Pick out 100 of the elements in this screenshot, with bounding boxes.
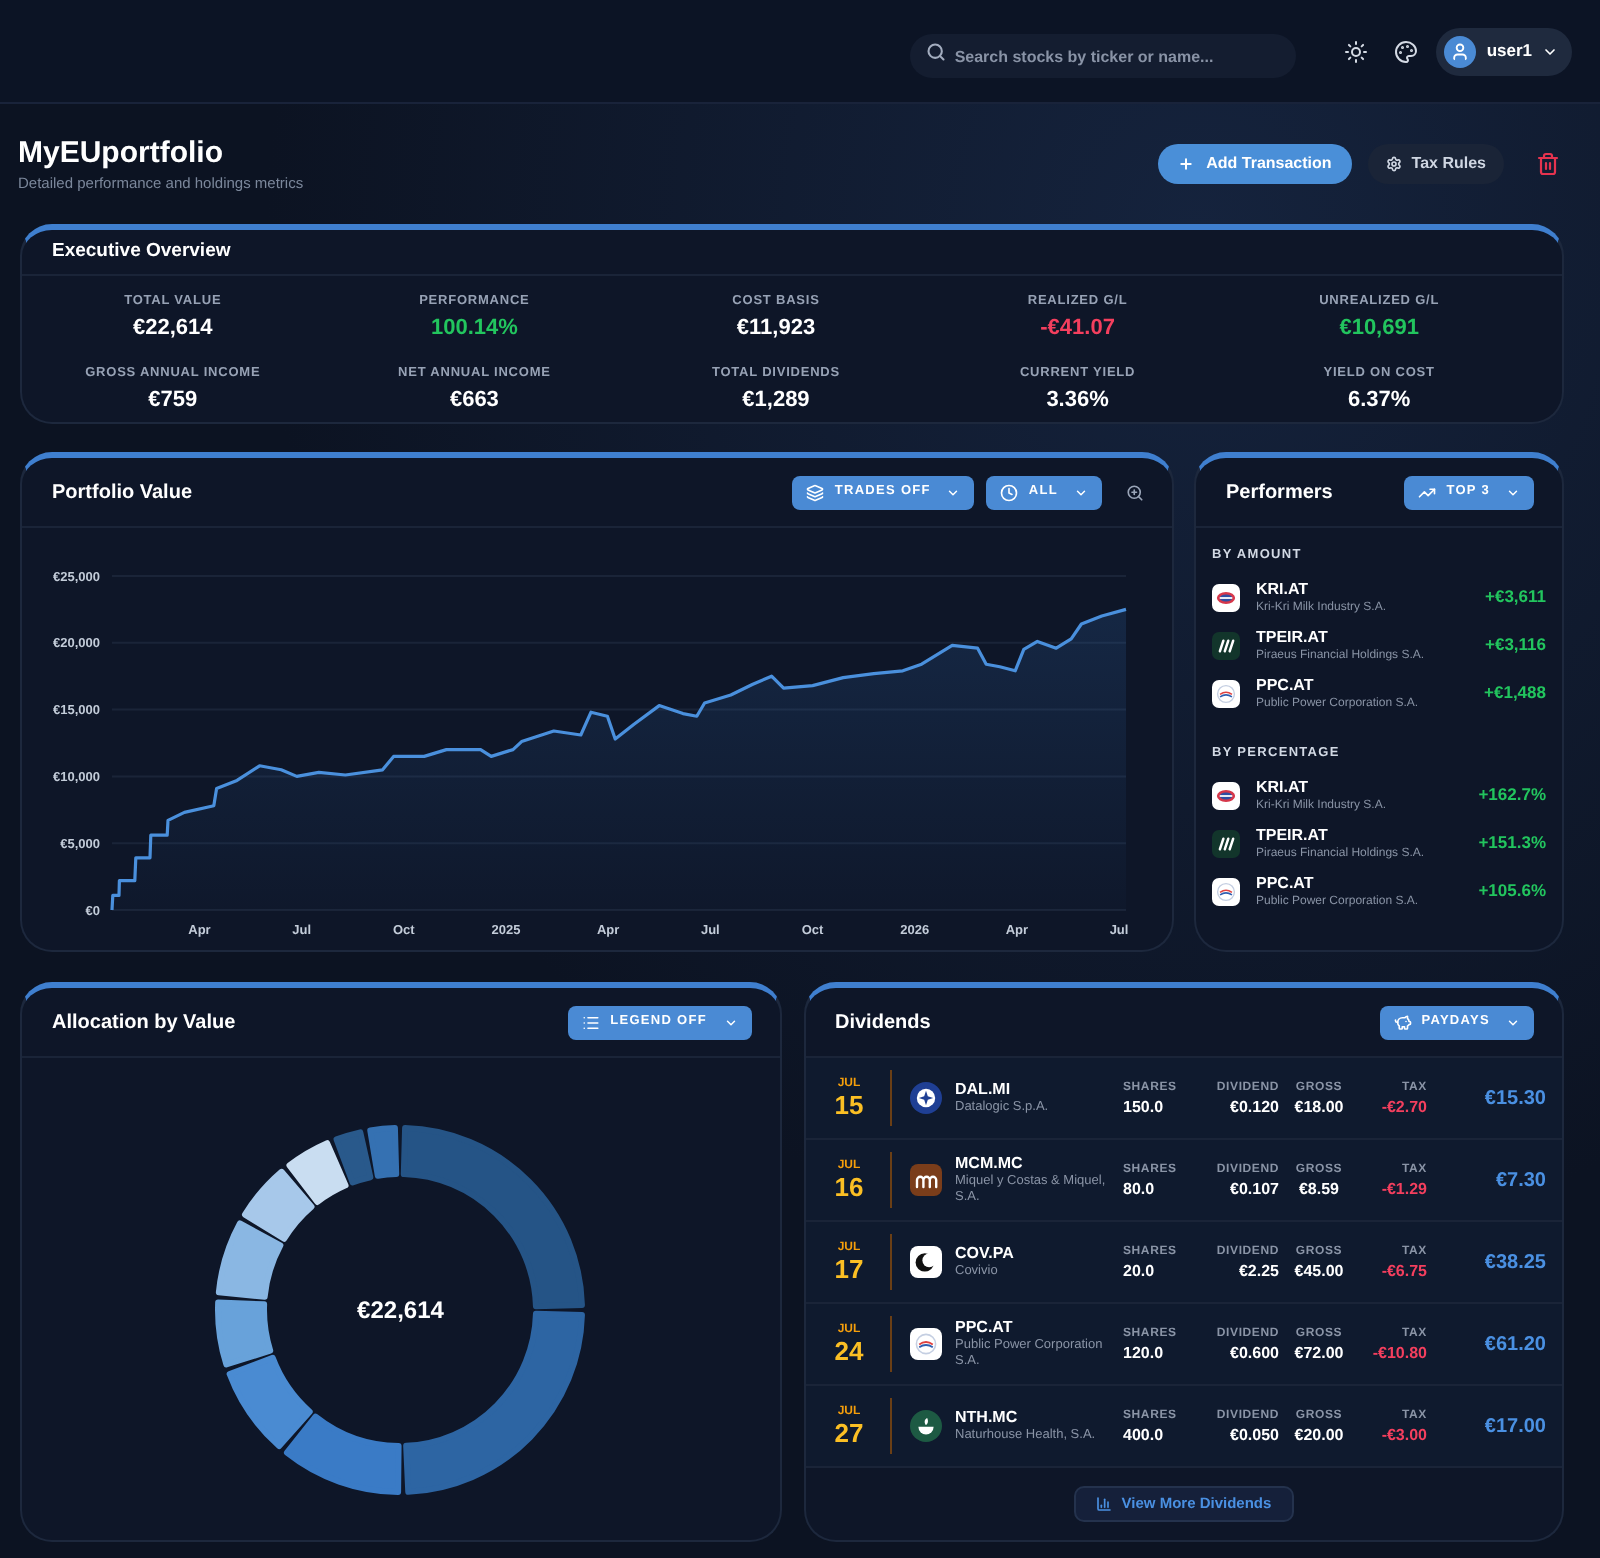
chevron-down-icon bbox=[723, 1015, 737, 1029]
amount-value: 20.0 bbox=[1123, 1263, 1155, 1279]
card-title: Portfolio Value bbox=[52, 479, 193, 507]
metric-value: -€41.07 bbox=[1040, 317, 1115, 340]
net-dividend-total: €15.30 bbox=[1482, 1085, 1546, 1113]
metric-value: €759 bbox=[148, 389, 198, 411]
ticker-symbol: COV.PA bbox=[955, 1244, 1016, 1264]
amount-value: €20.00 bbox=[1294, 1427, 1344, 1443]
user-menu-button[interactable]: user1 bbox=[1436, 27, 1572, 75]
chevron-down-icon bbox=[1542, 43, 1558, 59]
oval-logo-icon bbox=[1212, 781, 1240, 809]
performance-value: +162.7% bbox=[1478, 782, 1546, 808]
center-total-value: €22,614 bbox=[357, 1293, 444, 1327]
day-number: 17 bbox=[834, 1256, 864, 1284]
crescent-logo-icon bbox=[909, 1246, 941, 1278]
plus-icon bbox=[1178, 156, 1195, 172]
trash-icon[interactable] bbox=[1536, 152, 1560, 176]
day-number: 15 bbox=[834, 1092, 864, 1120]
palette-icon[interactable] bbox=[1394, 39, 1419, 63]
amount-value: €0.050 bbox=[1230, 1427, 1279, 1443]
card-title: Executive Overview bbox=[52, 237, 231, 266]
ticker-symbol: MCM.MC bbox=[955, 1154, 1025, 1174]
amount-value: 400.0 bbox=[1123, 1427, 1164, 1443]
amount-value: €0.600 bbox=[1230, 1345, 1279, 1361]
day-number: 27 bbox=[834, 1420, 864, 1448]
slashes-logo-icon bbox=[1212, 631, 1240, 660]
sun-icon[interactable] bbox=[1344, 39, 1369, 63]
metric-value: €1,289 bbox=[742, 389, 810, 411]
search-field[interactable]: Search stocks by ticker or name... bbox=[910, 34, 1297, 78]
amount-value: 80.0 bbox=[1123, 1181, 1155, 1197]
arches-logo-icon bbox=[909, 1164, 941, 1196]
day-number: 24 bbox=[834, 1338, 864, 1366]
ring-logo-icon bbox=[909, 1328, 941, 1360]
piggy-bank-icon bbox=[1393, 1013, 1412, 1031]
day-number: 16 bbox=[834, 1174, 864, 1202]
chevron-down-icon bbox=[1506, 485, 1520, 499]
metric-value: 6.37% bbox=[1347, 389, 1411, 411]
amount-value: €45.00 bbox=[1294, 1263, 1344, 1279]
page-title: MyEUportfolio bbox=[18, 137, 225, 168]
ticker-symbol: TPEIR.AT bbox=[1256, 825, 1330, 845]
chevron-down-icon bbox=[1074, 485, 1088, 499]
list-icon bbox=[582, 1013, 601, 1031]
amount-value: -€6.75 bbox=[1381, 1263, 1427, 1279]
ring-logo-icon bbox=[1212, 877, 1240, 905]
user-avatar-icon bbox=[1444, 35, 1477, 67]
performance-value: +€1,488 bbox=[1484, 680, 1546, 707]
amount-value: -€1.29 bbox=[1381, 1181, 1427, 1197]
clock-icon bbox=[1000, 483, 1019, 501]
layers-icon bbox=[806, 483, 825, 501]
amount-value: -€10.80 bbox=[1372, 1345, 1427, 1361]
card-title: Allocation by Value bbox=[52, 1009, 236, 1037]
card-title: Performers bbox=[1226, 479, 1333, 507]
search-icon bbox=[926, 41, 947, 61]
performance-value: +105.6% bbox=[1478, 878, 1546, 904]
ticker-symbol: KRI.AT bbox=[1256, 579, 1311, 600]
amount-value: -€2.70 bbox=[1381, 1099, 1427, 1115]
donut-slice bbox=[216, 1219, 284, 1299]
net-dividend-total: €7.30 bbox=[1493, 1167, 1546, 1195]
amount-value: €0.120 bbox=[1230, 1099, 1279, 1115]
star-logo-icon bbox=[909, 1082, 941, 1114]
chevron-down-icon bbox=[946, 485, 961, 499]
ticker-symbol: DAL.MI bbox=[955, 1080, 1013, 1100]
amount-value: -€3.00 bbox=[1381, 1427, 1427, 1443]
amount-value: €2.25 bbox=[1238, 1263, 1279, 1279]
amount-value: €18.00 bbox=[1294, 1099, 1344, 1115]
metric-value: €663 bbox=[449, 389, 499, 411]
tax-rules-button[interactable]: Tax Rules bbox=[1367, 144, 1504, 184]
card-title: Dividends bbox=[835, 1009, 931, 1037]
net-dividend-total: €61.20 bbox=[1482, 1331, 1546, 1359]
performance-value: +€3,611 bbox=[1485, 584, 1546, 611]
metric-value: €10,691 bbox=[1339, 317, 1419, 340]
donut-slice bbox=[242, 1167, 315, 1241]
amount-value: €0.107 bbox=[1230, 1181, 1279, 1197]
metric-value: 3.36% bbox=[1046, 389, 1109, 411]
amount-value: €72.00 bbox=[1294, 1345, 1344, 1361]
oval-logo-icon bbox=[1212, 583, 1240, 612]
bowl-logo-icon bbox=[909, 1410, 941, 1442]
metric-value: 100.14% bbox=[430, 317, 518, 340]
ticker-symbol: PPC.AT bbox=[955, 1318, 1015, 1338]
amount-value: €8.59 bbox=[1298, 1181, 1340, 1197]
add-transaction-button[interactable]: Add Transaction bbox=[1158, 144, 1352, 184]
trending-up-icon bbox=[1418, 483, 1437, 501]
net-dividend-total: €38.25 bbox=[1482, 1249, 1546, 1277]
ticker-symbol: PPC.AT bbox=[1256, 675, 1316, 696]
net-dividend-total: €17.00 bbox=[1482, 1413, 1546, 1441]
settings-icon bbox=[1385, 156, 1402, 172]
amount-value: 120.0 bbox=[1123, 1345, 1164, 1361]
ring-logo-icon bbox=[1212, 679, 1240, 708]
metric-value: €22,614 bbox=[133, 317, 213, 340]
ticker-symbol: TPEIR.AT bbox=[1256, 627, 1330, 648]
chevron-down-icon bbox=[1506, 1015, 1520, 1029]
bar-chart-icon bbox=[1095, 1496, 1112, 1512]
ticker-symbol: KRI.AT bbox=[1256, 777, 1311, 797]
amount-value: 150.0 bbox=[1123, 1099, 1164, 1115]
zoom-in-icon[interactable] bbox=[1126, 483, 1144, 501]
performance-value: +€3,116 bbox=[1485, 632, 1546, 659]
slashes-logo-icon bbox=[1212, 829, 1240, 857]
ticker-symbol: PPC.AT bbox=[1256, 873, 1316, 893]
ticker-symbol: NTH.MC bbox=[955, 1408, 1020, 1428]
performance-value: +151.3% bbox=[1478, 830, 1546, 856]
